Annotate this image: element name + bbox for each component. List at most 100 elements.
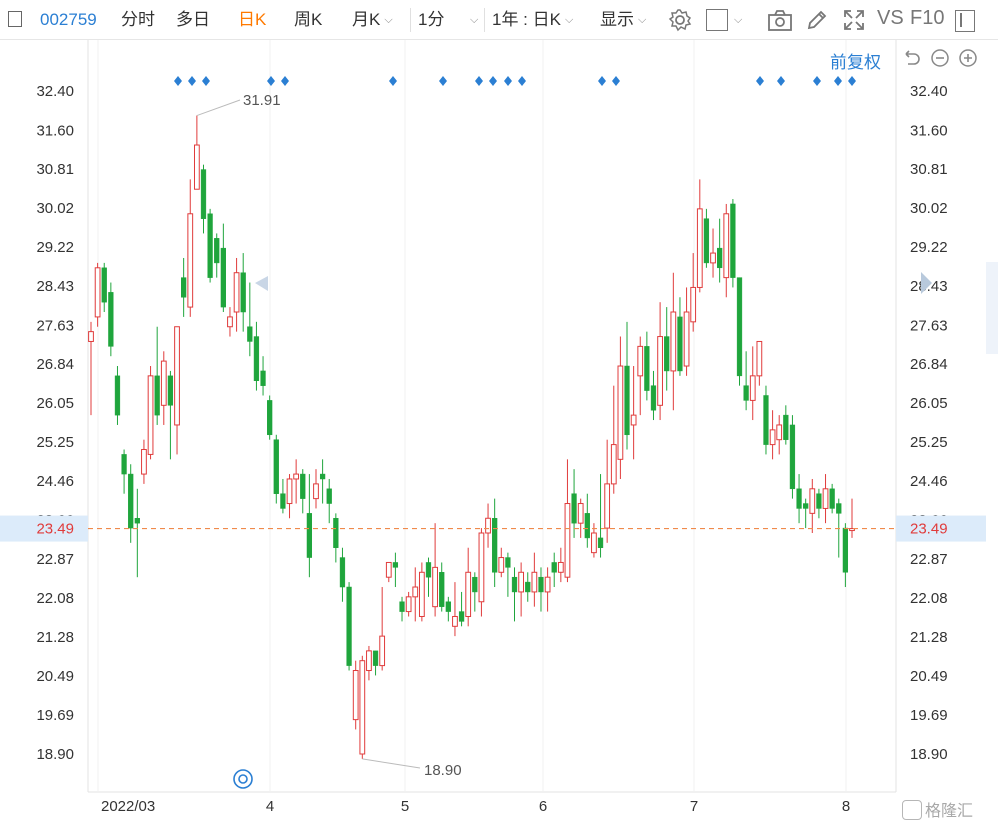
candle[interactable] [154,326,160,425]
candle[interactable] [101,262,107,312]
candle[interactable] [769,410,776,460]
candle[interactable] [134,488,140,578]
candle[interactable] [293,459,300,504]
candle[interactable] [458,591,465,627]
candle[interactable] [650,370,657,421]
candle[interactable] [525,572,531,602]
candle[interactable] [690,253,697,332]
candle[interactable] [472,572,478,612]
candle[interactable] [584,493,590,548]
candle[interactable] [485,503,491,548]
candle[interactable] [492,498,498,588]
candle[interactable] [809,478,816,533]
candle[interactable] [187,179,194,317]
candle[interactable] [849,498,855,538]
candle[interactable] [743,351,749,411]
candle[interactable] [763,385,769,455]
candle[interactable] [518,562,525,617]
candle[interactable] [723,203,730,298]
candle[interactable] [207,208,213,283]
candle[interactable] [141,439,147,484]
event-marker-icon[interactable] [281,76,289,86]
candle[interactable] [564,459,571,583]
candle[interactable] [842,523,849,588]
candle[interactable] [783,405,789,445]
candle[interactable] [233,257,240,332]
candle[interactable] [392,552,399,588]
candle[interactable] [544,567,551,612]
candle[interactable] [200,164,207,234]
candle[interactable] [372,650,379,676]
candle[interactable] [617,336,624,479]
candle[interactable] [776,415,783,455]
candle[interactable] [749,346,756,421]
candle[interactable] [160,351,167,425]
candles[interactable] [88,115,855,759]
event-marker-icon[interactable] [267,76,275,86]
candle[interactable] [604,439,611,543]
candle[interactable] [696,179,703,293]
candle[interactable] [352,660,359,730]
candle[interactable] [465,547,472,627]
candle[interactable] [683,287,690,376]
candle[interactable] [445,596,451,622]
candle[interactable] [796,474,802,524]
candle[interactable] [557,547,564,583]
candle[interactable] [577,498,584,538]
candle[interactable] [452,582,458,637]
candle[interactable] [418,562,425,622]
candle[interactable] [511,567,518,622]
candle[interactable] [432,523,438,617]
candle[interactable] [816,488,822,519]
event-marker-icon[interactable] [813,76,821,86]
candle[interactable] [624,321,630,450]
candle[interactable] [167,370,174,460]
candle[interactable] [181,257,187,317]
candle[interactable] [439,562,445,612]
candle[interactable] [730,199,736,288]
candle[interactable] [220,223,226,312]
candle[interactable] [657,302,663,421]
event-marker-icon[interactable] [834,76,842,86]
scroll-left-icon[interactable] [255,276,268,291]
candle[interactable] [94,262,101,327]
candle[interactable] [756,340,763,386]
candle[interactable] [88,321,94,416]
candle[interactable] [253,321,260,391]
candle[interactable] [114,366,121,425]
event-marker-icon[interactable] [188,76,196,86]
candle[interactable] [803,498,809,529]
candle[interactable] [412,567,419,622]
candle[interactable] [425,557,432,597]
event-marker-icon[interactable] [612,76,620,86]
candle[interactable] [677,297,683,376]
candle[interactable] [313,469,319,509]
candle[interactable] [717,218,723,283]
event-marker-icon[interactable] [598,76,606,86]
side-panel-handle[interactable] [986,262,998,354]
candle[interactable] [571,469,577,538]
candle[interactable] [789,415,796,499]
candle[interactable] [644,331,650,401]
event-marker-icon[interactable] [756,76,764,86]
candle[interactable] [306,474,313,578]
candle[interactable] [399,596,405,622]
candle[interactable] [214,233,220,278]
event-marker-icon[interactable] [202,76,210,86]
event-marker-icon[interactable] [848,76,856,86]
candle[interactable] [664,307,670,391]
candle[interactable] [121,449,127,494]
candle[interactable] [300,469,306,514]
candle[interactable] [822,474,829,524]
event-marker-icon[interactable] [439,76,447,86]
candle[interactable] [597,474,604,558]
candle[interactable] [346,582,352,671]
candle[interactable] [736,277,743,386]
candle[interactable] [630,366,637,460]
candle[interactable] [710,228,716,278]
candle[interactable] [326,478,332,524]
candle[interactable] [273,434,279,504]
candle[interactable] [610,385,617,494]
event-marker-icon[interactable] [777,76,785,86]
candle[interactable] [319,459,326,504]
